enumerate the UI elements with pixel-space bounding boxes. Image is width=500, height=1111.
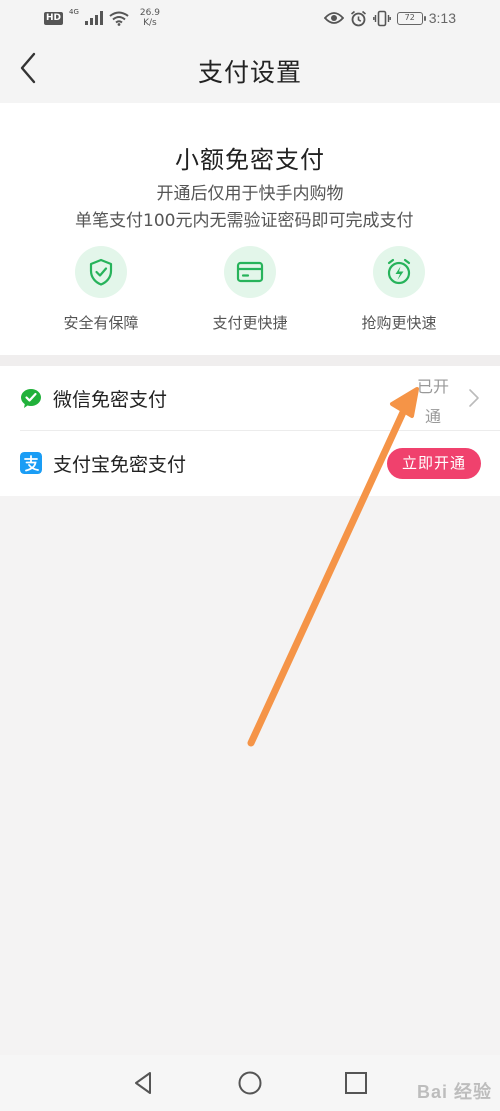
feature-icon-circle: [373, 246, 425, 298]
clock: 3:13: [428, 10, 456, 26]
feature-fast-purchase: 抢购更快速: [339, 246, 459, 333]
speed-unit: K/s: [143, 18, 157, 28]
status-bar: HD 4G 26.9 K/s 72 3:13: [0, 0, 500, 36]
alipay-open-button[interactable]: 立即开通: [387, 448, 481, 479]
section-gap: [0, 355, 500, 366]
feature-icon-circle: [224, 246, 276, 298]
intro-description-line-2: 单笔支付100元内无需验证密码即可完成支付: [75, 211, 414, 231]
intro-card: 小额免密支付 开通后仅用于快手内购物 单笔支付100元内无需验证密码即可完成支付…: [0, 103, 500, 355]
network-type: 4G: [69, 8, 79, 16]
alarm-icon: [350, 10, 366, 26]
intro-description-line-1: 开通后仅用于快手内购物: [156, 184, 344, 204]
feature-fast-payment: 支付更快捷: [190, 246, 310, 333]
network-speed: 26.9 K/s: [135, 8, 165, 28]
wechat-pay-row[interactable]: 微信免密支付 已开通: [0, 366, 500, 431]
signal-icon: [84, 11, 103, 25]
header: 支付设置: [0, 36, 500, 103]
wifi-icon: [109, 11, 129, 26]
alipay-icon: [20, 452, 42, 474]
watermark: Bai 经验: [416, 1082, 492, 1102]
nav-recents-icon[interactable]: [342, 1069, 370, 1097]
eye-icon: [323, 12, 344, 24]
status-bar-right: 72 3:13: [323, 6, 456, 30]
chevron-right-icon: [469, 389, 479, 407]
intro-title: 小额免密支付: [175, 146, 325, 174]
hd-badge: HD: [44, 11, 64, 25]
feature-label: 抢购更快速: [361, 314, 437, 332]
wechat-pay-icon: [21, 389, 41, 408]
status-bar-left: HD 4G 26.9 K/s: [44, 6, 165, 30]
page-title: 支付设置: [197, 58, 302, 87]
payment-method-list: 微信免密支付 已开通 支付宝免密支付 立即开通: [0, 366, 500, 496]
shield-check-icon: [89, 258, 113, 286]
feature-secure: 安全有保障: [41, 246, 161, 333]
alipay-label: 支付宝免密支付: [53, 454, 187, 476]
speed-value: 26.9: [139, 8, 160, 18]
card-icon: [236, 261, 264, 283]
feature-icon-circle: [75, 246, 127, 298]
nav-home-icon[interactable]: [236, 1069, 264, 1097]
feature-label: 支付更快捷: [212, 314, 288, 332]
alipay-row[interactable]: 支付宝免密支付 立即开通: [0, 431, 500, 496]
nav-back-icon[interactable]: [130, 1069, 158, 1097]
wechat-pay-status: 已开通: [416, 377, 449, 426]
wechat-pay-label: 微信免密支付: [53, 389, 168, 411]
vibrate-icon: [372, 10, 391, 26]
clock-lightning-icon: [387, 258, 411, 285]
feature-label: 安全有保障: [63, 314, 139, 332]
battery-icon: 72: [396, 11, 426, 25]
